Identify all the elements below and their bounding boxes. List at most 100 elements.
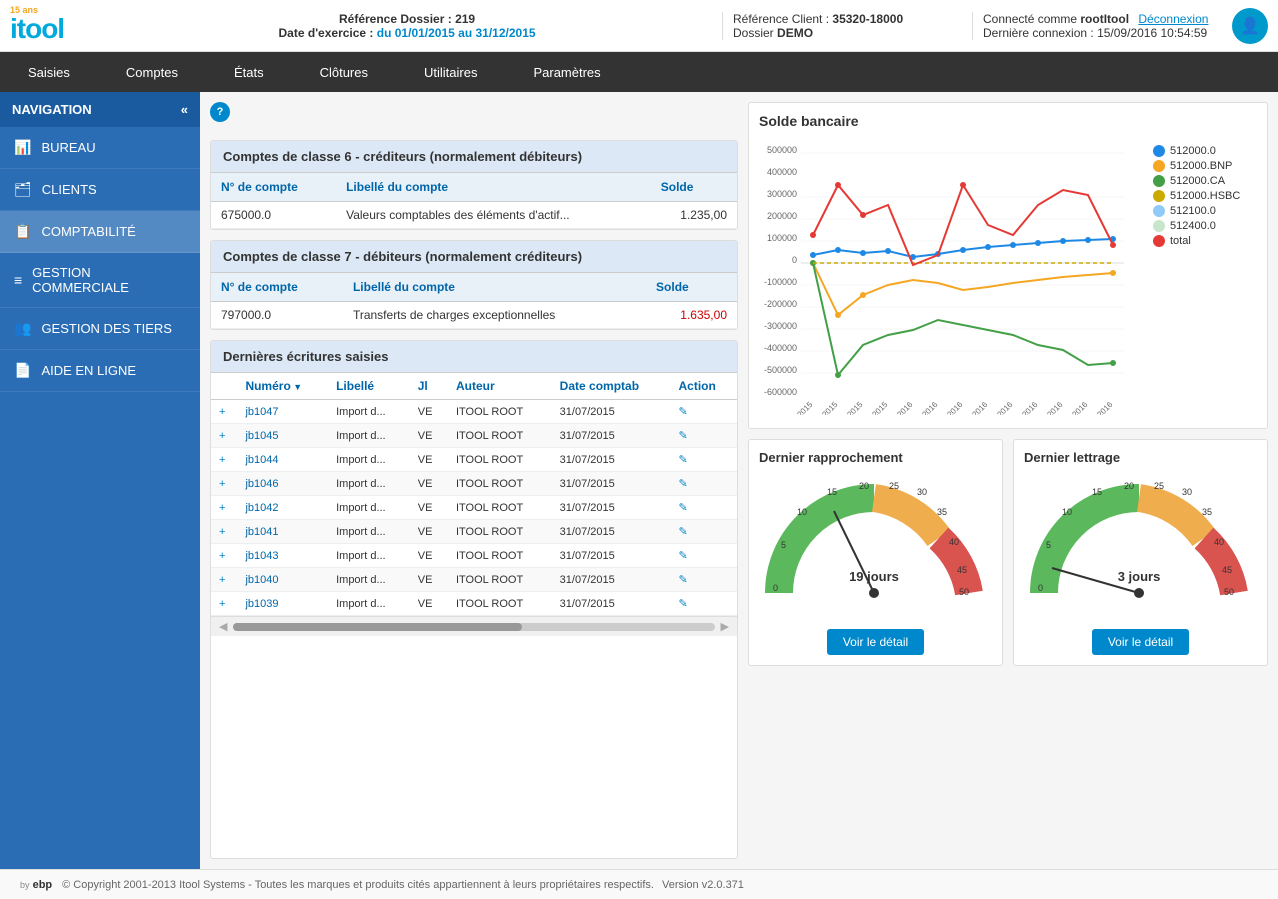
edit-icon[interactable]: ✎ bbox=[678, 574, 687, 586]
e-action[interactable]: ✎ bbox=[670, 496, 737, 520]
nav-utilitaires[interactable]: Utilitaires bbox=[396, 52, 505, 92]
svg-text:Mai 2016: Mai 2016 bbox=[985, 400, 1015, 415]
col-date[interactable]: Date comptab bbox=[552, 373, 671, 400]
sidebar-item-comptabilite[interactable]: 📋 COMPTABILITÉ bbox=[0, 211, 200, 253]
ref-dossier-value: 219 bbox=[455, 12, 475, 26]
ecritures-scrollbar-area[interactable]: ◀ ▶ bbox=[211, 616, 737, 636]
edit-icon[interactable]: ✎ bbox=[678, 526, 687, 538]
ecritures-scroll[interactable]: Numéro Libellé Jl Auteur Date comptab Ac… bbox=[211, 373, 737, 616]
svg-text:30: 30 bbox=[917, 487, 927, 497]
col-auteur[interactable]: Auteur bbox=[448, 373, 552, 400]
sidebar-item-bureau[interactable]: 📊 BUREAU bbox=[0, 127, 200, 169]
e-jl: VE bbox=[410, 448, 448, 472]
e-action[interactable]: ✎ bbox=[670, 544, 737, 568]
e-date: 31/07/2015 bbox=[552, 568, 671, 592]
expand-btn[interactable]: + bbox=[211, 592, 237, 616]
sidebar-label-clients: CLIENTS bbox=[42, 182, 97, 197]
sidebar-item-gestion-commerciale[interactable]: ≡ GESTION COMMERCIALE bbox=[0, 253, 200, 308]
e-action[interactable]: ✎ bbox=[670, 472, 737, 496]
expand-btn[interactable]: + bbox=[211, 496, 237, 520]
expand-btn[interactable]: + bbox=[211, 544, 237, 568]
svg-text:Fév 2016: Fév 2016 bbox=[909, 400, 939, 415]
e-libelle: Import d... bbox=[328, 472, 410, 496]
edit-icon[interactable]: ✎ bbox=[678, 478, 687, 490]
rapprochement-voir-detail-button[interactable]: Voir le détail bbox=[827, 629, 924, 655]
sidebar-item-gestion-tiers[interactable]: 👥 GESTION DES TIERS bbox=[0, 308, 200, 350]
lettrage-voir-detail-button[interactable]: Voir le détail bbox=[1092, 629, 1189, 655]
nav-saisies[interactable]: Saisies bbox=[0, 52, 98, 92]
col-libelle[interactable]: Libellé bbox=[328, 373, 410, 400]
info-button[interactable]: ? bbox=[210, 102, 230, 122]
expand-btn[interactable]: + bbox=[211, 472, 237, 496]
avatar: 👤 bbox=[1232, 8, 1268, 44]
e-action[interactable]: ✎ bbox=[670, 400, 737, 424]
svg-text:-500000: -500000 bbox=[764, 365, 797, 375]
edit-icon[interactable]: ✎ bbox=[678, 550, 687, 562]
e-jl: VE bbox=[410, 544, 448, 568]
e-jl: VE bbox=[410, 400, 448, 424]
edit-icon[interactable]: ✎ bbox=[678, 430, 687, 442]
col-jl[interactable]: Jl bbox=[410, 373, 448, 400]
classe7-title: Comptes de classe 7 - débiteurs (normale… bbox=[211, 241, 737, 273]
ecritures-panel: Dernières écritures saisies Numéro Libel… bbox=[210, 340, 738, 859]
expand-btn[interactable]: + bbox=[211, 424, 237, 448]
footer-by-label: by bbox=[20, 880, 30, 890]
ecritures-title: Dernières écritures saisies bbox=[211, 341, 737, 373]
legend-label-512000bnp: 512000.BNP bbox=[1170, 160, 1232, 172]
e-date: 31/07/2015 bbox=[552, 520, 671, 544]
nav-parametres[interactable]: Paramètres bbox=[505, 52, 628, 92]
e-action[interactable]: ✎ bbox=[670, 448, 737, 472]
e-numero: jb1044 bbox=[237, 448, 328, 472]
edit-icon[interactable]: ✎ bbox=[678, 502, 687, 514]
aide-icon: 📄 bbox=[14, 362, 31, 379]
table-row: + jb1044 Import d... VE ITOOL ROOT 31/07… bbox=[211, 448, 737, 472]
deconnexion-link[interactable]: Déconnexion bbox=[1138, 12, 1208, 26]
legend-label-512000ca: 512000.CA bbox=[1170, 175, 1225, 187]
derniere-connexion-value: 15/09/2016 10:54:59 bbox=[1097, 26, 1207, 40]
e-auteur: ITOOL ROOT bbox=[448, 472, 552, 496]
svg-text:0: 0 bbox=[1038, 583, 1043, 593]
edit-icon[interactable]: ✎ bbox=[678, 406, 687, 418]
expand-btn[interactable]: + bbox=[211, 400, 237, 424]
e-libelle: Import d... bbox=[328, 520, 410, 544]
sidebar-item-aide-en-ligne[interactable]: 📄 AIDE EN LIGNE bbox=[0, 350, 200, 392]
sidebar-collapse-icon[interactable]: « bbox=[181, 102, 188, 117]
e-libelle: Import d... bbox=[328, 568, 410, 592]
gestion-tiers-icon: 👥 bbox=[14, 320, 31, 337]
edit-icon[interactable]: ✎ bbox=[678, 598, 687, 610]
svg-text:15: 15 bbox=[1092, 487, 1102, 497]
svg-text:25: 25 bbox=[1154, 481, 1164, 491]
col-numero[interactable]: Numéro bbox=[237, 373, 328, 400]
nav-etats[interactable]: États bbox=[206, 52, 292, 92]
e-date: 31/07/2015 bbox=[552, 472, 671, 496]
expand-btn[interactable]: + bbox=[211, 520, 237, 544]
e-numero: jb1039 bbox=[237, 592, 328, 616]
e-numero: jb1047 bbox=[237, 400, 328, 424]
svg-text:-200000: -200000 bbox=[764, 299, 797, 309]
svg-text:Sept 2015: Sept 2015 bbox=[782, 400, 815, 415]
svg-text:Oct 2015: Oct 2015 bbox=[810, 400, 840, 415]
lettrage-panel: Dernier lettrage 0 5 10 15 20 bbox=[1013, 439, 1268, 666]
e-action[interactable]: ✎ bbox=[670, 568, 737, 592]
e-numero: jb1045 bbox=[237, 424, 328, 448]
table-row: + jb1042 Import d... VE ITOOL ROOT 31/07… bbox=[211, 496, 737, 520]
legend-label-512100: 512100.0 bbox=[1170, 205, 1216, 217]
expand-btn[interactable]: + bbox=[211, 448, 237, 472]
e-date: 31/07/2015 bbox=[552, 400, 671, 424]
dossier-value: DEMO bbox=[777, 26, 813, 40]
e-action[interactable]: ✎ bbox=[670, 592, 737, 616]
nav-comptes[interactable]: Comptes bbox=[98, 52, 206, 92]
c7-solde: 1.635,00 bbox=[646, 302, 737, 329]
bureau-icon: 📊 bbox=[14, 139, 31, 156]
e-action[interactable]: ✎ bbox=[670, 520, 737, 544]
sidebar-item-clients[interactable]: 🗂 CLIENTS bbox=[0, 169, 200, 211]
expand-btn[interactable]: + bbox=[211, 568, 237, 592]
e-auteur: ITOOL ROOT bbox=[448, 424, 552, 448]
nav-clotures[interactable]: Clôtures bbox=[292, 52, 396, 92]
col-action[interactable]: Action bbox=[670, 373, 737, 400]
classe7-table: N° de compte Libellé du compte Solde 797… bbox=[211, 273, 737, 329]
table-row: + jb1043 Import d... VE ITOOL ROOT 31/07… bbox=[211, 544, 737, 568]
e-action[interactable]: ✎ bbox=[670, 424, 737, 448]
edit-icon[interactable]: ✎ bbox=[678, 454, 687, 466]
connecte-label: Connecté comme bbox=[983, 12, 1077, 26]
